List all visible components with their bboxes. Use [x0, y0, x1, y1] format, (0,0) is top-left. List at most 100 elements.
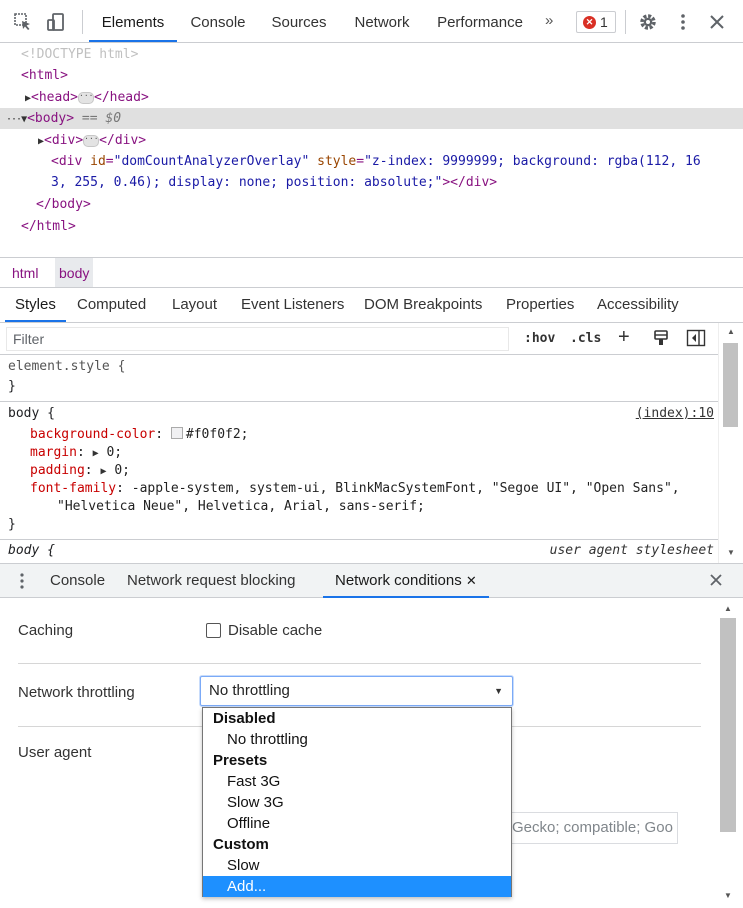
css-property-padding[interactable]: padding: ▶ 0;: [30, 462, 130, 480]
settings-gear-icon[interactable]: [638, 12, 658, 32]
css-property-font-family[interactable]: font-family: -apple-system, system-ui, B…: [30, 480, 680, 498]
device-toolbar-icon[interactable]: [46, 12, 66, 32]
tab-dom-breakpoints[interactable]: DOM Breakpoints: [364, 288, 482, 321]
disable-cache-checkbox[interactable]: [206, 623, 221, 638]
doctype-node[interactable]: <!DOCTYPE html>: [21, 45, 138, 65]
close-tab-icon[interactable]: ✕: [466, 573, 477, 588]
option-slow-3g[interactable]: Slow 3G: [203, 792, 511, 813]
styles-rules: element.style { } body { (index):10 back…: [0, 355, 718, 563]
overlay-div-node[interactable]: <div id="domCountAnalyzerOverlay" style=…: [51, 152, 701, 172]
option-add[interactable]: Add...: [203, 876, 511, 897]
tab-properties[interactable]: Properties: [506, 288, 574, 321]
toolbar-separator: [82, 10, 83, 34]
throttling-selected-value: No throttling: [209, 682, 290, 699]
network-throttling-label: Network throttling: [18, 684, 135, 701]
tab-layout[interactable]: Layout: [172, 288, 217, 321]
dom-tree: <!DOCTYPE html> <html> ▶<head>···</head>…: [0, 43, 743, 257]
drawer-menu-icon[interactable]: [18, 572, 26, 593]
tab-styles[interactable]: Styles: [5, 288, 66, 322]
caching-label: Caching: [18, 622, 74, 639]
rule-close-brace: }: [8, 379, 16, 394]
more-tabs-button[interactable]: »: [545, 12, 553, 29]
expand-shorthand-icon[interactable]: ▶: [100, 466, 106, 477]
body-node[interactable]: ···▼<body> == $0: [6, 109, 121, 129]
drawer-tab-console[interactable]: Console: [50, 564, 105, 597]
breadcrumb-body[interactable]: body: [55, 258, 94, 287]
scroll-up-arrow-icon[interactable]: ▲: [724, 604, 732, 613]
rule-separator: [0, 401, 718, 402]
breadcrumb-html[interactable]: html: [8, 258, 42, 287]
option-group-disabled: Disabled: [213, 710, 276, 727]
drawer-tab-network-conditions[interactable]: Network conditions ✕: [323, 564, 489, 598]
tab-network[interactable]: Network: [345, 0, 419, 42]
styles-scrollbar-thumb[interactable]: [723, 343, 738, 427]
error-count: 1: [600, 14, 608, 30]
error-count-badge[interactable]: ✕ 1: [576, 11, 616, 33]
element-style-selector[interactable]: element.style {: [8, 358, 125, 376]
css-property-background-color[interactable]: background-color: #f0f0f2;: [30, 426, 249, 444]
css-property-margin[interactable]: margin: ▶ 0;: [30, 444, 122, 462]
html-close-node[interactable]: </html>: [21, 217, 76, 237]
toggle-sidebar-icon[interactable]: [686, 329, 706, 350]
html-node[interactable]: <html>: [21, 66, 68, 86]
styles-filter-bar: :hov .cls +: [0, 323, 718, 355]
tab-accessibility[interactable]: Accessibility: [597, 288, 679, 321]
drawer-tab-network-request-blocking[interactable]: Network request blocking: [127, 564, 295, 597]
color-swatch[interactable]: [170, 427, 183, 439]
tab-elements[interactable]: Elements: [89, 0, 177, 42]
tab-event-listeners[interactable]: Event Listeners: [241, 288, 344, 321]
section-divider: [18, 663, 701, 664]
drawer-scrollbar-thumb[interactable]: [720, 618, 736, 832]
breadcrumb: html body: [0, 257, 743, 288]
collapsed-children-icon[interactable]: ···: [83, 134, 100, 147]
node-actions-icon[interactable]: ···: [6, 114, 22, 125]
network-throttling-select[interactable]: No throttling ▼: [200, 676, 513, 706]
disable-cache-label[interactable]: Disable cache: [228, 622, 322, 639]
ua-rule-selector[interactable]: body {: [8, 542, 55, 560]
styles-scrollbar[interactable]: ▲ ▼: [718, 323, 743, 563]
styles-filter-input[interactable]: [6, 327, 509, 351]
rule-close-brace: }: [8, 517, 16, 532]
inspect-element-icon[interactable]: [13, 12, 33, 32]
option-offline[interactable]: Offline: [203, 813, 511, 834]
collapsed-children-icon[interactable]: ···: [78, 91, 94, 104]
rendering-emulation-icon[interactable]: [652, 329, 670, 350]
body-close-node[interactable]: </body>: [36, 195, 91, 215]
tab-computed[interactable]: Computed: [77, 288, 146, 321]
error-icon: ✕: [583, 16, 596, 29]
scroll-up-arrow-icon[interactable]: ▲: [727, 327, 735, 336]
rule-source-link[interactable]: (index):10: [636, 405, 714, 423]
kebab-menu-icon[interactable]: [673, 12, 693, 32]
toolbar-separator: [625, 10, 626, 34]
option-fast-3g[interactable]: Fast 3G: [203, 771, 511, 792]
drawer-tabs: Console Network request blocking Network…: [0, 563, 743, 598]
user-agent-label: User agent: [18, 744, 92, 761]
rule-separator: [0, 539, 718, 540]
css-property-font-family-cont: "Helvetica Neue", Helvetica, Arial, sans…: [57, 499, 425, 514]
new-style-rule-button[interactable]: +: [618, 326, 630, 349]
option-slow[interactable]: Slow: [203, 855, 511, 876]
class-toggle[interactable]: .cls: [570, 331, 601, 346]
devtools-toolbar: Elements Console Sources Network Perform…: [0, 0, 743, 43]
expand-shorthand-icon[interactable]: ▶: [93, 448, 99, 459]
option-no-throttling[interactable]: No throttling: [203, 729, 511, 750]
hover-state-toggle[interactable]: :hov: [524, 331, 555, 346]
tab-console[interactable]: Console: [182, 0, 254, 42]
dropdown-caret-icon: ▼: [494, 686, 503, 696]
close-devtools-icon[interactable]: [707, 12, 727, 32]
body-rule-selector[interactable]: body {: [8, 405, 55, 423]
user-agent-input[interactable]: Gecko; compatible; Goo: [500, 812, 678, 844]
ua-stylesheet-label: user agent stylesheet: [549, 543, 714, 558]
styles-pane-tabs: Styles Computed Layout Event Listeners D…: [0, 288, 743, 323]
throttling-options-list: Disabled No throttling Presets Fast 3G S…: [202, 707, 512, 897]
head-node[interactable]: ▶<head>···</head>: [25, 88, 149, 108]
scroll-down-arrow-icon[interactable]: ▼: [727, 548, 735, 557]
tab-performance[interactable]: Performance: [430, 0, 530, 42]
div-node[interactable]: ▶<div>···</div>: [38, 131, 146, 151]
close-drawer-icon[interactable]: [708, 572, 724, 591]
overlay-div-node-cont[interactable]: 3, 255, 0.46); display: none; position: …: [51, 173, 497, 193]
option-group-custom: Custom: [213, 836, 269, 853]
tab-sources[interactable]: Sources: [264, 0, 334, 42]
drawer-scrollbar[interactable]: ▲ ▼: [718, 598, 743, 908]
scroll-down-arrow-icon[interactable]: ▼: [724, 891, 732, 900]
